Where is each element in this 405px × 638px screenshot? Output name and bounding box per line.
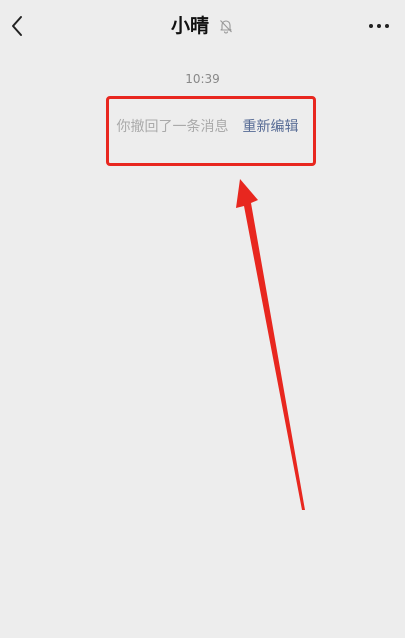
chat-header: 小晴 [0, 0, 405, 52]
more-dots-icon [369, 24, 389, 28]
more-options-button[interactable] [367, 16, 391, 36]
message-timestamp: 10:39 [185, 72, 220, 86]
chat-title: 小晴 [170, 15, 209, 37]
annotation-highlight-box [106, 96, 316, 166]
bell-off-icon [218, 18, 234, 34]
annotation-arrow-shape [236, 179, 305, 510]
